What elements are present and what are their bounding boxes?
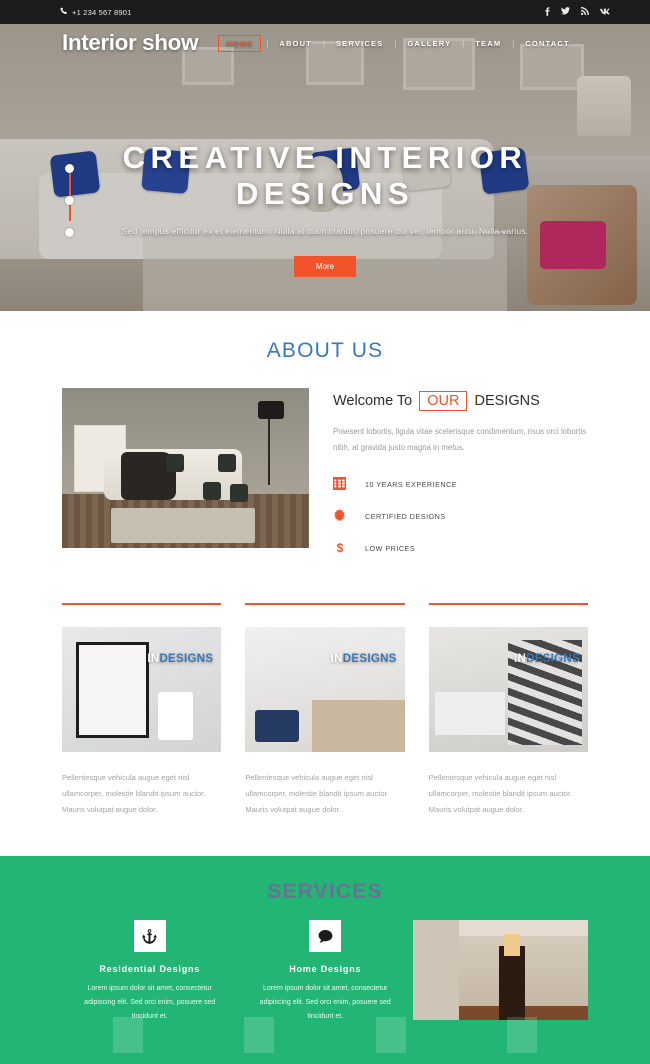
design-cards: INDESIGNS Pellentesque vehicula augue eg… — [0, 573, 650, 818]
hero-title: CREATIVE INTERIOR DESIGNS — [0, 140, 650, 212]
feature-label: CERTIFIED DESIGNS — [365, 511, 446, 521]
twitter-icon[interactable] — [561, 7, 570, 17]
services-secondary-row — [0, 1006, 650, 1064]
services-section: SERVICES Residential Designs Lorem ipsum… — [0, 856, 650, 1064]
feature-item: $ LOW PRICES — [333, 541, 588, 555]
social-links — [545, 6, 628, 18]
card-overlay-label: INDESIGNS — [147, 653, 213, 665]
top-bar: +1 234 567 8901 — [0, 0, 650, 24]
phone-icon — [60, 7, 68, 17]
hero-title-line-1: CREATIVE INTERIOR — [122, 140, 528, 175]
feature-label: LOW PRICES — [365, 543, 416, 553]
card-overlay-label: INDESIGNS — [514, 653, 580, 665]
service-icon-placeholder[interactable] — [244, 1017, 275, 1053]
nav-separator: | — [266, 38, 269, 48]
service-icon-placeholder[interactable] — [112, 1017, 143, 1053]
design-card[interactable]: INDESIGNS Pellentesque vehicula augue eg… — [245, 603, 405, 818]
design-card[interactable]: INDESIGNS Pellentesque vehicula augue eg… — [428, 603, 588, 818]
feature-label: 10 YEARS EXPERIENCE — [365, 479, 458, 489]
card-top-rule — [428, 603, 588, 606]
comment-bubble-icon — [309, 920, 342, 952]
nav-item-about[interactable]: ABOUT — [273, 36, 318, 51]
card-top-rule — [62, 603, 222, 606]
phone-number[interactable]: +1 234 567 8901 — [22, 7, 132, 17]
overlay-designs: DESIGNS — [342, 653, 397, 666]
card-overlay-label: INDESIGNS — [331, 653, 397, 665]
slider-dot-1[interactable] — [65, 164, 74, 173]
about-paragraph: Praesent lobortis, ligula vitae sceleris… — [333, 427, 587, 452]
nav-separator: | — [323, 38, 325, 48]
about-section-title: ABOUT US — [266, 339, 384, 362]
nav-item-contact[interactable]: CONTACT — [519, 36, 576, 51]
site-logo[interactable]: Interior show — [62, 30, 198, 56]
nav-item-team[interactable]: TEAM — [469, 36, 507, 51]
service-icon-placeholder[interactable] — [375, 1017, 406, 1053]
nav-separator: | — [394, 38, 397, 48]
slider-dot-3[interactable] — [65, 228, 74, 237]
menu-list: HOME | ABOUT | SERVICES | GALLERY | TEAM… — [218, 34, 576, 52]
vk-icon[interactable] — [600, 8, 610, 17]
welcome-prefix: Welcome To — [333, 393, 413, 409]
service-title: Residential Designs — [99, 964, 201, 974]
services-image — [413, 920, 588, 1020]
slider-pagination — [65, 164, 74, 260]
about-text-column: Welcome To OUR DESIGNS Praesent lobortis… — [333, 388, 588, 573]
rss-icon[interactable] — [581, 7, 589, 17]
overlay-designs: DESIGNS — [159, 653, 214, 666]
about-section: ABOUT US Welcome To OUR DESIGNS Praesent… — [0, 311, 650, 573]
calendar-grid-icon — [333, 477, 347, 491]
about-row: Welcome To OUR DESIGNS Praesent lobortis… — [0, 363, 650, 573]
about-features: 10 YEARS EXPERIENCE CERTIFIED DESIGNS $ … — [333, 477, 588, 555]
hero-more-button[interactable]: More — [293, 255, 357, 277]
hero-subtitle: Sed tempus efficitur ex et elementum. Nu… — [121, 225, 529, 236]
hero-content: CREATIVE INTERIOR DESIGNS Sed tempus eff… — [0, 140, 650, 277]
nav-item-gallery[interactable]: GALLERY — [401, 36, 457, 51]
card-text: Pellentesque vehicula augue eget nisl ul… — [245, 773, 389, 815]
feature-item: 10 YEARS EXPERIENCE — [333, 477, 588, 491]
anchor-icon — [133, 920, 166, 952]
card-image: INDESIGNS — [62, 627, 222, 753]
card-image: INDESIGNS — [428, 627, 588, 753]
certificate-sun-icon — [333, 509, 347, 523]
facebook-icon[interactable] — [545, 6, 550, 18]
phone-number-text: +1 234 567 8901 — [72, 7, 132, 17]
nav-item-services[interactable]: SERVICES — [330, 36, 389, 51]
main-navigation: Interior show HOME | ABOUT | SERVICES | … — [0, 24, 650, 62]
services-section-title: SERVICES — [267, 880, 383, 903]
about-welcome-heading: Welcome To OUR DESIGNS — [333, 391, 588, 411]
nav-item-home[interactable]: HOME — [218, 34, 262, 52]
feature-item: CERTIFIED DESIGNS — [333, 509, 588, 523]
welcome-suffix: DESIGNS — [474, 393, 540, 409]
overlay-designs: DESIGNS — [526, 653, 580, 666]
card-text: Pellentesque vehicula augue eget nisl ul… — [62, 773, 206, 815]
hero-slider: Interior show HOME | ABOUT | SERVICES | … — [0, 24, 650, 311]
design-card[interactable]: INDESIGNS Pellentesque vehicula augue eg… — [62, 603, 222, 818]
service-icon-placeholder[interactable] — [507, 1017, 538, 1053]
card-text: Pellentesque vehicula augue eget nisl ul… — [428, 773, 573, 815]
overlay-in: IN — [514, 653, 527, 666]
slider-dot-2[interactable] — [65, 196, 74, 205]
dollar-icon: $ — [336, 541, 344, 556]
card-top-rule — [245, 603, 405, 606]
overlay-in: IN — [147, 653, 160, 666]
overlay-in: IN — [330, 653, 343, 666]
welcome-highlight: OUR — [419, 391, 468, 411]
hero-title-line-2: DESIGNS — [235, 175, 415, 211]
nav-separator: | — [512, 38, 515, 48]
about-image — [62, 388, 309, 548]
nav-separator: | — [462, 38, 465, 48]
service-title: Home Designs — [289, 964, 362, 974]
card-image: INDESIGNS — [245, 627, 405, 753]
